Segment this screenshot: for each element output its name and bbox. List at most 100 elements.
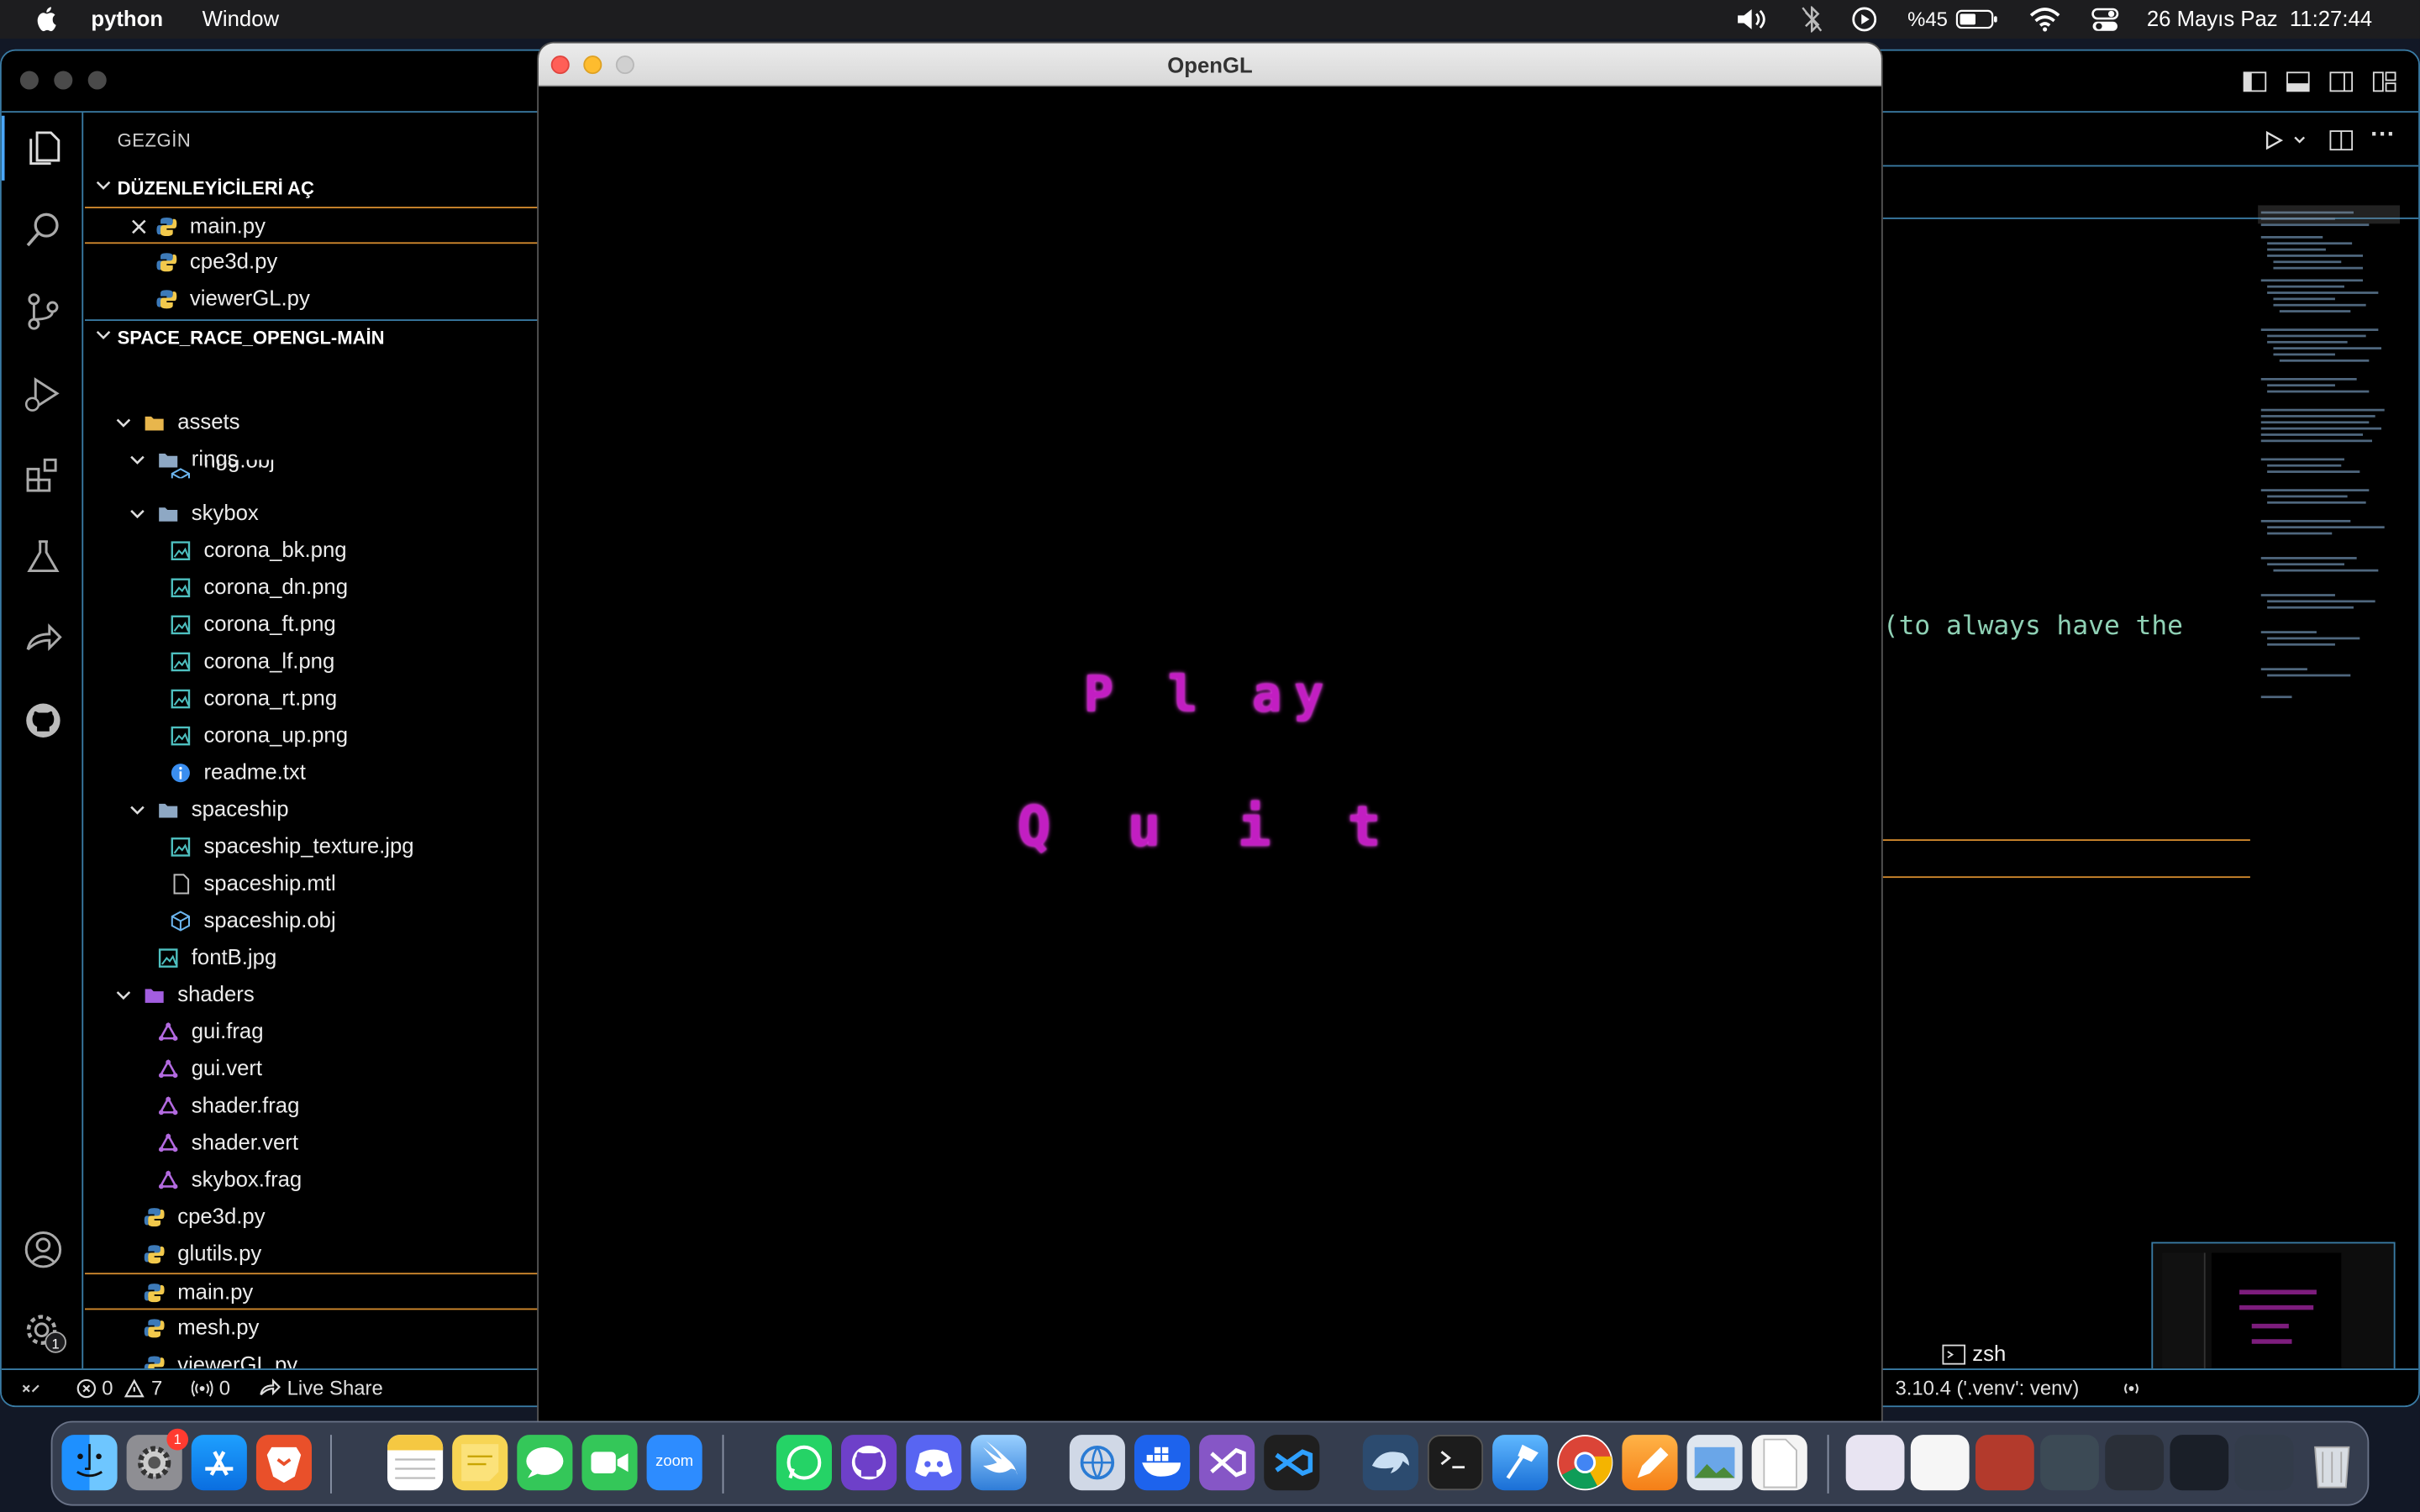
clock-datetime[interactable]: 26 Mayıs Paz 11:27:44 xyxy=(2147,6,2372,32)
toggle-panel-icon[interactable] xyxy=(2286,70,2310,94)
file-row[interactable]: fontB.jpg xyxy=(85,940,539,977)
open-editors-header[interactable]: DÜZENLEYİCİLERİ AÇ xyxy=(85,171,539,205)
file-row[interactable]: shader.frag xyxy=(85,1088,539,1125)
file-row[interactable]: spaceship.obj xyxy=(85,902,539,939)
split-editor-icon[interactable] xyxy=(2329,128,2354,152)
dock-discord[interactable] xyxy=(906,1435,962,1491)
warnings-count[interactable]: 7 xyxy=(151,1376,162,1399)
play-menu-item[interactable]: P l ay xyxy=(539,665,1881,724)
dock-minimized-1[interactable] xyxy=(1845,1435,1905,1491)
file-row[interactable]: gui.frag xyxy=(85,1014,539,1051)
dock-minimized-3[interactable] xyxy=(1975,1435,2034,1491)
opengl-titlebar[interactable]: OpenGL xyxy=(539,43,1881,87)
open-editor-cpe3d[interactable]: cpe3d.py xyxy=(85,244,539,281)
testing-flask-icon[interactable] xyxy=(24,537,64,577)
dock-minimized-6[interactable] xyxy=(2170,1435,2229,1491)
opengl-canvas[interactable]: P l ay Q u i t xyxy=(539,86,1881,1421)
dock-textedit[interactable] xyxy=(1751,1435,1807,1491)
code-line[interactable]: (to always have the xyxy=(1883,611,2183,642)
dock-messages[interactable] xyxy=(517,1435,573,1491)
run-python-icon[interactable] xyxy=(2263,129,2285,151)
project-header[interactable]: SPACE_RACE_OPENGL-MAİN xyxy=(85,319,539,353)
source-control-icon[interactable] xyxy=(24,291,64,332)
dock-trash[interactable] xyxy=(2304,1435,2360,1490)
folder-row[interactable]: skybox xyxy=(85,496,539,533)
file-row[interactable]: corona_ft.png xyxy=(85,606,539,643)
control-center-icon[interactable] xyxy=(2091,6,2119,32)
dock-vscode[interactable] xyxy=(1264,1435,1320,1491)
dock-finder[interactable] xyxy=(61,1435,118,1491)
wifi-icon[interactable] xyxy=(2029,6,2060,32)
minimize-button[interactable] xyxy=(54,71,73,90)
errors-count[interactable]: 0 xyxy=(102,1376,113,1399)
file-row[interactable]: cpe3d.py xyxy=(85,1199,539,1236)
live-share-button[interactable]: Live Share xyxy=(287,1376,383,1399)
menu-window[interactable]: Window xyxy=(203,6,279,30)
live-share-icon[interactable] xyxy=(24,619,64,659)
dock-notes[interactable] xyxy=(387,1435,444,1491)
chevron-down-icon[interactable] xyxy=(2291,133,2307,148)
folder-row[interactable]: spaceship xyxy=(85,791,539,828)
folder-row[interactable]: shaders xyxy=(85,977,539,1014)
dock-minimized-7[interactable] xyxy=(2234,1435,2294,1491)
github-icon[interactable] xyxy=(24,701,64,741)
quit-menu-item[interactable]: Q u i t xyxy=(539,796,1881,859)
file-row[interactable]: ring.obj xyxy=(85,459,539,479)
open-editor-viewergl[interactable]: viewerGL.py xyxy=(85,281,539,318)
file-row[interactable]: mesh.py xyxy=(85,1310,539,1347)
file-row[interactable]: skybox.frag xyxy=(85,1162,539,1199)
dock-network-utility[interactable] xyxy=(1069,1435,1125,1491)
python-interpreter[interactable]: 3.10.4 ('.venv': venv) xyxy=(1895,1376,2079,1399)
dock-minimized-2[interactable] xyxy=(1910,1435,1970,1491)
minimap[interactable] xyxy=(2258,205,2401,822)
file-row[interactable]: readme.txt xyxy=(85,754,539,791)
file-row[interactable]: spaceship.mtl xyxy=(85,865,539,902)
dock-terminal[interactable] xyxy=(1427,1435,1484,1491)
file-row[interactable]: corona_up.png xyxy=(85,717,539,754)
dock-minimized-4[interactable] xyxy=(2040,1435,2099,1491)
ports-count[interactable]: 0 xyxy=(219,1376,230,1399)
dock-chrome[interactable] xyxy=(1557,1435,1613,1491)
run-debug-icon[interactable] xyxy=(24,373,64,413)
dock-app-store[interactable] xyxy=(191,1435,247,1491)
dock-brave[interactable] xyxy=(255,1435,313,1491)
file-row[interactable]: corona_bk.png xyxy=(85,533,539,570)
app-menu-python[interactable]: python xyxy=(91,6,163,30)
dock-stickies[interactable] xyxy=(452,1435,508,1491)
dock-mysql-workbench[interactable] xyxy=(1362,1435,1418,1491)
more-actions-icon[interactable]: ··· xyxy=(2370,122,2395,150)
volume-icon[interactable] xyxy=(1734,6,1768,32)
dock-swift-playgrounds[interactable] xyxy=(971,1435,1027,1491)
toggle-secondary-sidebar-icon[interactable] xyxy=(2329,70,2354,94)
bluetooth-off-icon[interactable] xyxy=(1800,6,1824,33)
file-row[interactable]: glutils.py xyxy=(85,1236,539,1273)
file-row[interactable]: corona_rt.png xyxy=(85,680,539,717)
dock-preview[interactable] xyxy=(1686,1435,1743,1491)
zoom-button[interactable] xyxy=(87,71,107,90)
terminal-tab-zsh[interactable]: zsh xyxy=(1972,1341,2006,1365)
open-editor-main[interactable]: main.py xyxy=(85,207,539,244)
dock-github-desktop[interactable] xyxy=(841,1435,897,1491)
dock-xcode[interactable] xyxy=(1492,1435,1549,1491)
dock-facetime[interactable] xyxy=(581,1435,638,1491)
customize-layout-icon[interactable] xyxy=(2372,70,2396,94)
folder-row[interactable]: assets xyxy=(85,404,539,441)
explorer-icon[interactable] xyxy=(24,128,64,168)
dock-pages[interactable] xyxy=(1622,1435,1678,1491)
dock-visual-studio[interactable] xyxy=(1199,1435,1255,1491)
toggle-primary-sidebar-icon[interactable] xyxy=(2243,70,2267,94)
extensions-icon[interactable] xyxy=(24,455,64,496)
file-row[interactable]: shader.vert xyxy=(85,1125,539,1162)
battery-icon[interactable] xyxy=(1955,6,1998,32)
apple-icon[interactable] xyxy=(34,5,61,33)
dock-docker[interactable] xyxy=(1134,1435,1191,1491)
file-row[interactable]: gui.vert xyxy=(85,1051,539,1088)
dock-minimized-5[interactable] xyxy=(2105,1435,2165,1491)
remote-icon[interactable] xyxy=(20,1378,42,1399)
broadcast-icon[interactable] xyxy=(2121,1378,2143,1399)
play-circle-icon[interactable] xyxy=(1850,6,1878,32)
dock-whatsapp[interactable] xyxy=(776,1435,832,1491)
close-icon[interactable] xyxy=(128,216,150,238)
accounts-icon[interactable] xyxy=(24,1230,64,1270)
dock-zoom[interactable]: zoom xyxy=(646,1435,702,1491)
